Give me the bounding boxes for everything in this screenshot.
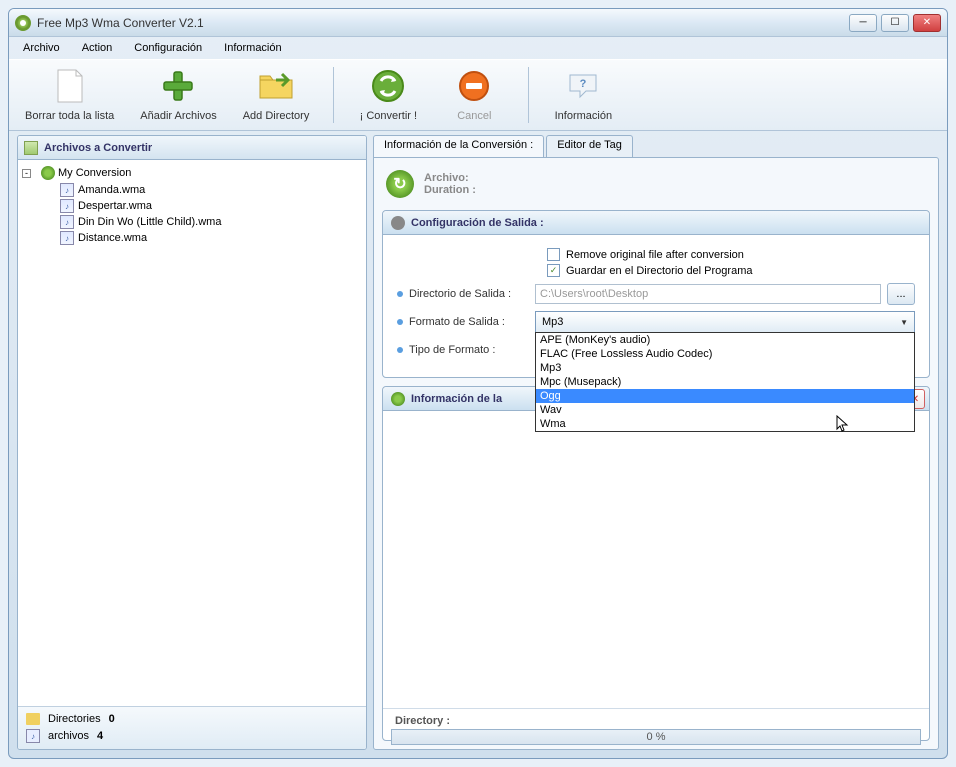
- minimize-button[interactable]: ─: [849, 14, 877, 32]
- format-type-label: Tipo de Formato :: [409, 344, 529, 356]
- maximize-button[interactable]: ☐: [881, 14, 909, 32]
- tree-file[interactable]: ♪Despertar.wma: [22, 198, 362, 214]
- audio-file-icon: ♪: [60, 215, 74, 229]
- bullet-icon: [397, 291, 403, 297]
- cancel-button[interactable]: Cancel: [434, 64, 514, 126]
- close-button[interactable]: ✕: [913, 14, 941, 32]
- files-panel: Archivos a Convertir - My Conversion ♪Am…: [17, 135, 367, 750]
- convert-icon: [370, 68, 406, 104]
- checkbox-icon[interactable]: [547, 248, 560, 261]
- format-option[interactable]: Mp3: [536, 361, 914, 375]
- tree-root[interactable]: - My Conversion: [22, 164, 362, 182]
- format-option[interactable]: FLAC (Free Lossless Audio Codec): [536, 347, 914, 361]
- folder-icon: [258, 68, 294, 104]
- format-option[interactable]: Wav: [536, 403, 914, 417]
- clear-list-button[interactable]: Borrar toda la lista: [15, 64, 124, 126]
- info-button[interactable]: ? Información: [543, 64, 623, 126]
- menu-informacion[interactable]: Información: [214, 39, 291, 57]
- tab-content: Archivo: Duration : Configuración de Sal…: [373, 157, 939, 750]
- convert-icon: [386, 170, 414, 198]
- checkbox-icon[interactable]: ✓: [547, 264, 560, 277]
- conversion-info-row: Archivo: Duration :: [382, 166, 930, 202]
- audio-file-icon: ♪: [60, 183, 74, 197]
- app-icon: [15, 15, 31, 31]
- tree-file[interactable]: ♪Amanda.wma: [22, 182, 362, 198]
- output-dir-label: Directorio de Salida :: [409, 288, 529, 300]
- browse-dir-button[interactable]: ...: [887, 283, 915, 305]
- menubar: Archivo Action Configuración Información: [9, 37, 947, 59]
- audio-file-icon: ♪: [60, 231, 74, 245]
- convert-button[interactable]: ¡ Convertir !: [348, 64, 428, 126]
- format-option[interactable]: Wma: [536, 417, 914, 431]
- format-option[interactable]: Mpc (Musepack): [536, 375, 914, 389]
- gear-icon: [391, 216, 405, 230]
- output-dir-input[interactable]: [535, 284, 881, 304]
- expand-icon[interactable]: -: [22, 169, 31, 178]
- format-dropdown: APE (MonKey's audio) FLAC (Free Lossless…: [535, 332, 915, 432]
- remove-original-checkbox[interactable]: Remove original file after conversion: [547, 248, 915, 261]
- tree-file[interactable]: ♪Din Din Wo (Little Child).wma: [22, 214, 362, 230]
- cancel-icon: [456, 68, 492, 104]
- list-icon: [24, 141, 38, 155]
- tab-tag-editor[interactable]: Editor de Tag: [546, 135, 633, 157]
- format-option[interactable]: Ogg: [536, 389, 914, 403]
- audio-file-icon: ♪: [26, 729, 40, 743]
- progress-bar: 0 %: [391, 729, 921, 745]
- toolbar-separator: [333, 67, 334, 123]
- add-directory-button[interactable]: Add Directory: [233, 64, 320, 126]
- format-option[interactable]: APE (MonKey's audio): [536, 333, 914, 347]
- directory-label: Directory :: [391, 713, 921, 729]
- conversion-icon: [41, 166, 55, 180]
- plus-icon: [160, 68, 196, 104]
- files-footer: Directories0 ♪archivos4: [18, 706, 366, 749]
- page-icon: [52, 68, 88, 104]
- output-format-combo[interactable]: Mp3 APE (MonKey's audio) FLAC (Free Loss…: [535, 311, 915, 333]
- add-files-button[interactable]: Añadir Archivos: [130, 64, 226, 126]
- track-icon: [391, 392, 405, 406]
- output-config-header: Configuración de Salida :: [383, 211, 929, 235]
- tree-file[interactable]: ♪Distance.wma: [22, 230, 362, 246]
- toolbar-separator: [528, 67, 529, 123]
- tab-bar: Información de la Conversión : Editor de…: [373, 135, 939, 157]
- app-window: Free Mp3 Wma Converter V2.1 ─ ☐ ✕ Archiv…: [8, 8, 948, 759]
- bullet-icon: [397, 347, 403, 353]
- save-program-dir-checkbox[interactable]: ✓ Guardar en el Directorio del Programa: [547, 264, 915, 277]
- folder-icon: [26, 713, 40, 725]
- window-title: Free Mp3 Wma Converter V2.1: [37, 16, 849, 30]
- right-panel: Información de la Conversión : Editor de…: [373, 135, 939, 750]
- titlebar: Free Mp3 Wma Converter V2.1 ─ ☐ ✕: [9, 9, 947, 37]
- menu-configuracion[interactable]: Configuración: [124, 39, 212, 57]
- menu-action[interactable]: Action: [72, 39, 123, 57]
- help-icon: ?: [565, 68, 601, 104]
- output-format-label: Formato de Salida :: [409, 316, 529, 328]
- menu-archivo[interactable]: Archivo: [13, 39, 70, 57]
- toolbar: Borrar toda la lista Añadir Archivos Add…: [9, 59, 947, 131]
- output-config-section: Configuración de Salida : Remove origina…: [382, 210, 930, 378]
- svg-text:?: ?: [580, 78, 587, 90]
- files-panel-header: Archivos a Convertir: [18, 136, 366, 160]
- bullet-icon: [397, 319, 403, 325]
- file-tree[interactable]: - My Conversion ♪Amanda.wma ♪Despertar.w…: [18, 160, 366, 706]
- tab-conversion-info[interactable]: Información de la Conversión :: [373, 135, 544, 157]
- audio-file-icon: ♪: [60, 199, 74, 213]
- track-info-section: Información de la ▭ ✕ Directory : 0 %: [382, 386, 930, 741]
